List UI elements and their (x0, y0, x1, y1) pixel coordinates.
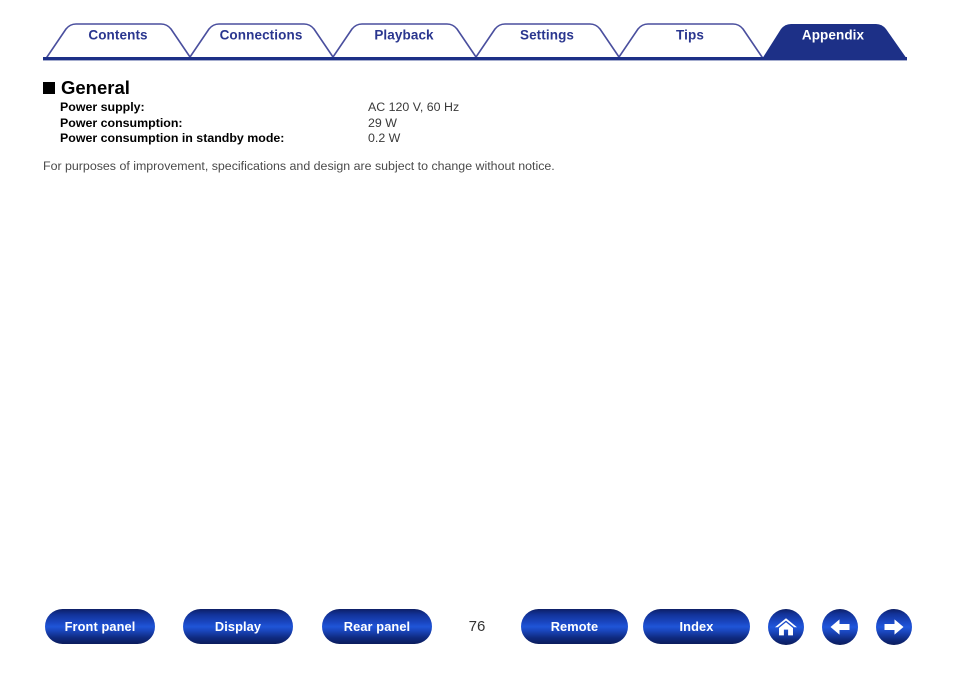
arrow-right-icon (884, 619, 904, 635)
tab-connections[interactable]: Connections (220, 28, 303, 43)
rear-panel-button[interactable]: Rear panel (322, 609, 432, 644)
section-heading-label: General (61, 77, 130, 98)
arrow-left-icon (830, 619, 850, 635)
tab-bar: Contents Connections Playback Settings T… (0, 0, 954, 66)
display-button-label: Display (214, 619, 262, 634)
table-row: Power supply: AC 120 V, 60 Hz (60, 100, 459, 116)
spec-label: Power consumption in standby mode: (60, 131, 285, 146)
disclaimer-note: For purposes of improvement, specificati… (43, 159, 555, 173)
black-square-bullet-icon (43, 82, 55, 94)
table-row: Power consumption: 29 W (60, 116, 459, 132)
footer-navigation: Front panel Display Rear panel 76 Remote… (0, 605, 954, 653)
home-button[interactable] (768, 609, 804, 645)
spec-label: Power supply: (60, 100, 145, 114)
spec-value: AC 120 V, 60 Hz (368, 100, 460, 114)
remote-button-label: Remote (550, 619, 599, 634)
tab-appendix[interactable]: Appendix (802, 28, 864, 43)
display-button[interactable]: Display (183, 609, 293, 644)
spec-value: 0.2 W (368, 131, 401, 146)
section-heading: General (43, 77, 130, 99)
back-button[interactable] (822, 609, 858, 645)
specifications-table: Power supply: AC 120 V, 60 Hz Power cons… (60, 100, 459, 147)
tab-bar-rule (43, 57, 907, 61)
tab-settings[interactable]: Settings (520, 28, 574, 43)
spec-label: Power consumption: (60, 115, 183, 130)
front-panel-button-label: Front panel (64, 619, 136, 634)
table-row: Power consumption in standby mode: 0.2 W (60, 131, 459, 147)
page-number: 76 (468, 618, 486, 635)
index-button[interactable]: Index (643, 609, 750, 644)
index-button-label: Index (679, 619, 714, 634)
tab-playback[interactable]: Playback (374, 28, 433, 43)
rear-panel-button-label: Rear panel (343, 619, 411, 634)
tab-contents[interactable]: Contents (88, 28, 147, 43)
home-icon (775, 618, 797, 636)
remote-button[interactable]: Remote (521, 609, 628, 644)
forward-button[interactable] (876, 609, 912, 645)
front-panel-button[interactable]: Front panel (45, 609, 155, 644)
spec-value: 29 W (368, 115, 397, 130)
tab-tips[interactable]: Tips (676, 28, 704, 43)
